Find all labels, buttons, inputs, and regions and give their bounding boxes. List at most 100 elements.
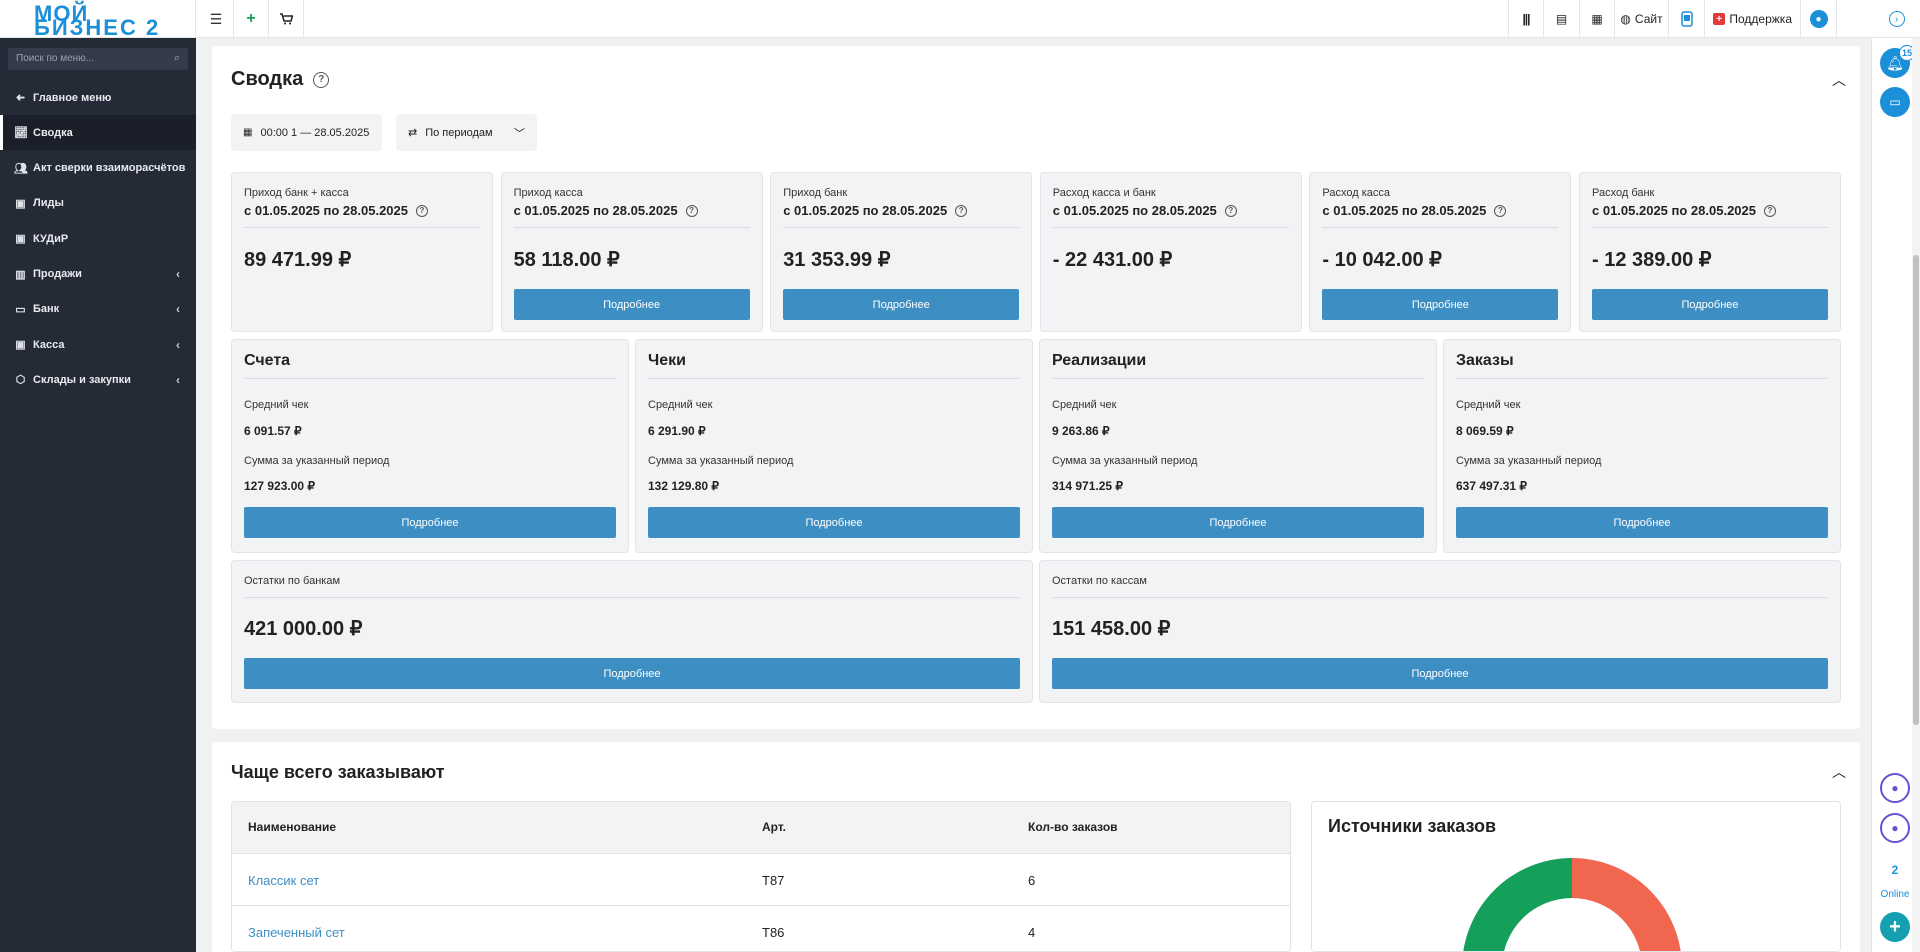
details-button[interactable]: Подробнее <box>244 658 1020 689</box>
sidebar-item-label: Банк <box>33 303 60 316</box>
table-row: Запеченный сет Т86 4 <box>232 906 1290 951</box>
avg-check-label: Средний чек <box>1456 399 1521 411</box>
details-button[interactable]: Подробнее <box>1456 507 1828 538</box>
cart-button[interactable] <box>269 0 304 38</box>
profile-button[interactable]: ● <box>1800 0 1836 38</box>
avg-check-value: 6 291.90 ₽ <box>648 424 706 438</box>
card-label: Расход банк <box>1592 187 1655 199</box>
date-range-picker[interactable]: ▦ 00:00 1 — 28.05.2025 <box>231 114 382 151</box>
sidebar-item[interactable]: 👥︎ Акт сверки взаиморасчётов <box>0 151 196 186</box>
chevron-up-icon[interactable]: ︿ <box>1832 70 1846 90</box>
divider <box>1052 597 1828 598</box>
sidebar-item[interactable]: ⬡ Склады и закупки ‹ <box>0 362 196 397</box>
card-amount: 89 471.99 ₽ <box>244 249 352 271</box>
product-link[interactable]: Запеченный сет <box>248 925 345 940</box>
site-label: Сайт <box>1634 12 1663 26</box>
add-chat-button[interactable]: + <box>1880 912 1910 942</box>
product-link[interactable]: Классик сет <box>248 873 319 888</box>
calendar-button[interactable]: ▦ <box>1579 0 1614 38</box>
sidebar-search-placeholder: Поиск по меню... <box>16 53 95 64</box>
period-sum-value: 132 129.80 ₽ <box>648 479 720 493</box>
sidebar-item[interactable]: ▣ Касса ‹ <box>0 327 196 362</box>
period-mode-select[interactable]: ⇄ По периодам ﹀ <box>396 114 537 151</box>
sidebar-item[interactable]: ▣ Лиды <box>0 186 196 221</box>
column-header-count[interactable]: Кол-во заказов <box>1028 820 1118 834</box>
agent-avatar-1[interactable]: ● <box>1880 773 1910 803</box>
chevron-up-icon[interactable]: ︿ <box>1832 762 1846 782</box>
bookmark-icon: ▣ <box>15 233 26 246</box>
stats-card-title: Счета <box>244 352 291 369</box>
period-sum-value: 127 923.00 ₽ <box>244 479 316 493</box>
details-button[interactable]: Подробнее <box>513 289 750 320</box>
list-button[interactable]: ▤ <box>1543 0 1579 38</box>
arrow-left-icon: ➜ <box>15 92 26 104</box>
period-sum-label: Сумма за указанный период <box>648 455 794 467</box>
sidebar-item[interactable]: ➜ Главное меню <box>0 80 196 115</box>
sidebar-item[interactable]: ▭ Банк ‹ <box>0 292 196 327</box>
help-icon[interactable]: ? <box>955 204 968 217</box>
card-period: с 01.05.2025 по 28.05.2025? <box>783 203 968 218</box>
donut-segment-green[interactable] <box>1462 858 1572 952</box>
menu-toggle-button[interactable]: ☰ <box>199 0 234 38</box>
brand-logo[interactable]: МОЙ БИЗНЕС 2 <box>0 0 196 40</box>
help-icon[interactable]: ? <box>313 71 330 88</box>
create-button[interactable]: + <box>234 0 269 38</box>
plus-icon: + <box>246 10 256 27</box>
divider <box>1322 227 1559 228</box>
details-button[interactable]: Подробнее <box>1052 658 1828 689</box>
period-sum-value: 637 497.31 ₽ <box>1456 479 1528 493</box>
summary-panel: Сводка ? ︿ ▦ 00:00 1 — 28.05.2025 ⇄ По п… <box>212 46 1860 729</box>
summary-title-text: Сводка <box>231 68 304 90</box>
help-icon[interactable]: ? <box>685 204 698 217</box>
column-header-name[interactable]: Наименование <box>248 820 336 834</box>
product-sku: Т86 <box>762 925 785 940</box>
sidebar-item[interactable]: ▣ КУДиР <box>0 221 196 256</box>
help-icon[interactable]: ? <box>1764 204 1776 217</box>
scrollbar-thumb[interactable] <box>1913 255 1919 725</box>
column-header-sku[interactable]: Арт. <box>762 820 786 834</box>
card-period: с 01.05.2025 по 28.05.2025? <box>244 203 428 218</box>
app-button[interactable] <box>1668 0 1704 38</box>
help-icon[interactable]: ? <box>416 204 428 217</box>
chart-line-icon: 📈︎ <box>14 127 28 140</box>
card-amount: - 12 389.00 ₽ <box>1592 249 1712 271</box>
period-sum-value: 314 971.25 ₽ <box>1052 479 1124 493</box>
chat-button[interactable]: ▭ <box>1880 87 1910 117</box>
details-button[interactable]: Подробнее <box>1592 289 1828 320</box>
help-icon[interactable]: ? <box>1494 204 1507 217</box>
balance-card: Остатки по кассам 151 458.00 ₽ Подробнее <box>1039 560 1841 703</box>
summary-card: Расход банк с 01.05.2025 по 28.05.2025? - … <box>1579 172 1841 332</box>
details-button[interactable]: Подробнее <box>1322 289 1559 320</box>
collapse-rail-button[interactable]: › <box>1836 0 1920 38</box>
avg-check-value: 6 091.57 ₽ <box>244 424 302 438</box>
summary-card: Расход касса и банк с 01.05.2025 по 28.05… <box>1039 172 1302 332</box>
calendar-grid-icon: ▦ <box>243 127 253 138</box>
online-count: 2 <box>1891 863 1899 877</box>
date-range-value: 00:00 1 — 28.05.2025 <box>260 126 370 139</box>
chat-icon: ▭ <box>1889 95 1901 109</box>
help-icon[interactable]: ? <box>1224 204 1237 217</box>
popular-title: Чаще всего заказывают <box>231 762 445 782</box>
details-button[interactable]: Подробнее <box>1052 507 1424 538</box>
support-button[interactable]: + Поддержка <box>1704 0 1800 38</box>
barcode-button[interactable]: ||| <box>1508 0 1543 38</box>
sidebar-search-input[interactable]: Поиск по меню... ⌕ <box>8 48 188 70</box>
sidebar-item[interactable]: ▥ Продажи ‹ <box>0 257 196 292</box>
site-button[interactable]: ◍ Сайт <box>1614 0 1668 38</box>
card-period: с 01.05.2025 по 28.05.2025? <box>1322 203 1507 218</box>
sidebar-item[interactable]: 📈︎ Сводка <box>0 115 196 151</box>
stats-card-title: Чеки <box>648 352 686 369</box>
card-amount: 58 118.00 ₽ <box>513 249 620 271</box>
summary-title: Сводка ? <box>231 68 330 91</box>
details-button[interactable]: Подробнее <box>648 507 1020 538</box>
card-amount: 31 353.99 ₽ <box>783 249 891 271</box>
hamburger-icon: ☰ <box>209 10 223 27</box>
donut-segment-red[interactable] <box>1572 858 1682 952</box>
details-button[interactable]: Подробнее <box>783 289 1020 320</box>
agent-avatar-2[interactable]: ● <box>1880 813 1910 843</box>
card-period-text: с 01.05.2025 по 28.05.2025 <box>1322 203 1487 218</box>
details-button[interactable]: Подробнее <box>244 507 616 538</box>
divider <box>244 227 480 228</box>
chevron-right-circle-icon: › <box>1888 11 1905 27</box>
card-period: с 01.05.2025 по 28.05.2025? <box>1592 203 1776 218</box>
